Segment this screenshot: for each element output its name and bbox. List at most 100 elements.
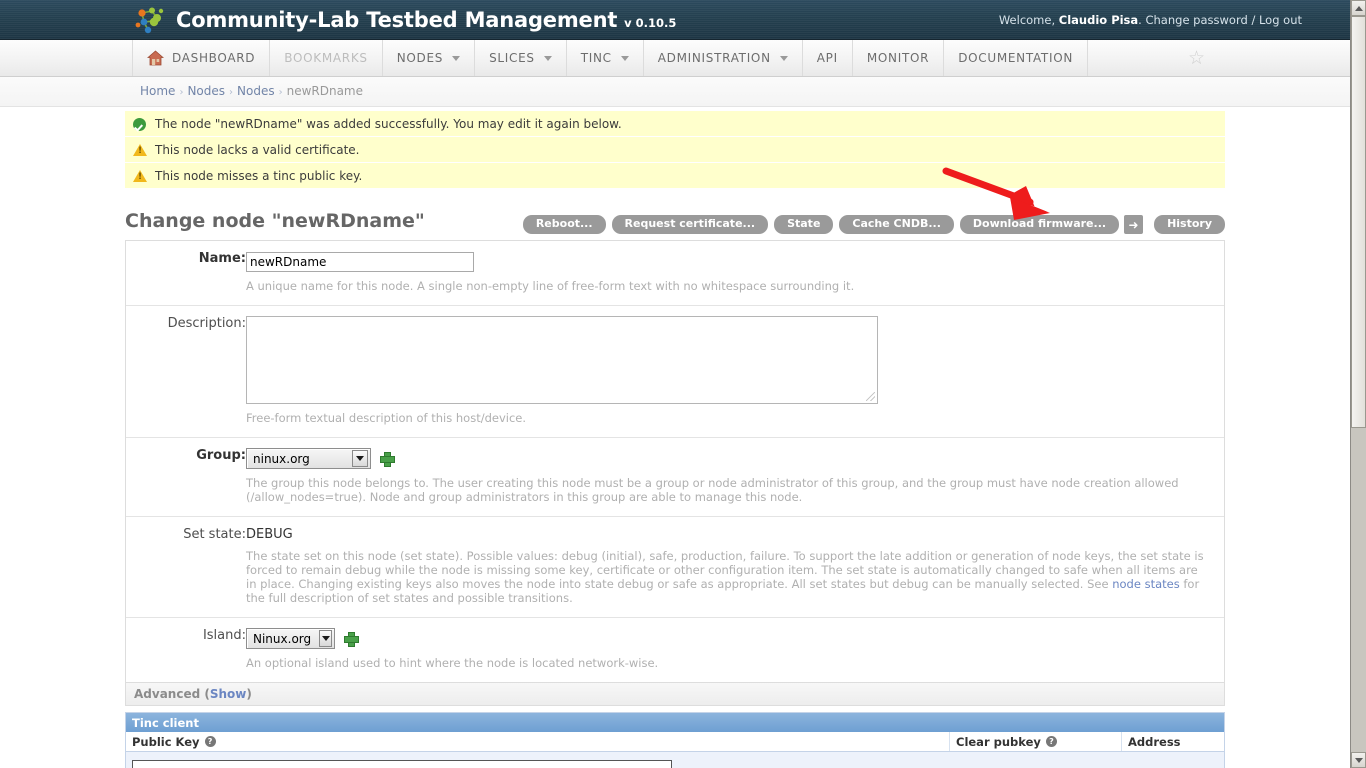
nav-item-administration[interactable]: ADMINISTRATION xyxy=(644,40,803,76)
breadcrumb-link-nodes[interactable]: Nodes xyxy=(187,84,225,98)
chevron-down-icon[interactable] xyxy=(452,56,460,61)
set-state-value: DEBUG xyxy=(246,527,1224,542)
nav-item-slices[interactable]: SLICES xyxy=(475,40,567,76)
tinc-public-key-input[interactable] xyxy=(132,760,672,768)
tinc-col-address: Address xyxy=(1122,732,1224,751)
link-separator: / xyxy=(1251,13,1255,27)
breadcrumb-bar: Home › Nodes › Nodes › newRDname xyxy=(0,77,1350,107)
message-success: The node "newRDname" was added successfu… xyxy=(125,111,1225,137)
request-certificate-button[interactable]: Request certificate... xyxy=(612,215,769,234)
name-label: Name: xyxy=(126,251,246,266)
breadcrumb-link-nodes[interactable]: Nodes xyxy=(237,84,275,98)
table-row: (None) xyxy=(126,752,1224,768)
star-outline-icon[interactable]: ☆ xyxy=(1188,48,1208,68)
advanced-label: Advanced ( xyxy=(134,687,210,701)
reboot-button[interactable]: Reboot... xyxy=(523,215,606,234)
group-select-value: ninux.org xyxy=(253,452,318,466)
tinc-col-clear-pubkey: Clear pubkey ? xyxy=(950,732,1122,751)
scroll-down-button[interactable] xyxy=(1351,752,1366,768)
chevron-down-icon[interactable] xyxy=(544,56,552,61)
nav-item-documentation[interactable]: DOCUMENTATION xyxy=(944,40,1088,76)
form-row-description: Description: Free-form textual descripti… xyxy=(126,306,1224,438)
nav-item-bookmarks[interactable]: BOOKMARKS xyxy=(270,40,382,76)
chevron-down-icon[interactable] xyxy=(319,630,332,647)
message-text: This node misses a tinc public key. xyxy=(155,169,362,183)
tinc-client-section: Tinc client Public Key ? Clear pubkey ? … xyxy=(125,712,1225,768)
nav-item-monitor[interactable]: MONITOR xyxy=(853,40,944,76)
group-label: Group: xyxy=(126,448,246,463)
scroll-up-button[interactable] xyxy=(1351,0,1366,16)
chevron-down-icon[interactable] xyxy=(621,56,629,61)
check-circle-icon xyxy=(133,117,151,131)
page-title: Change node "newRDname" xyxy=(125,210,425,232)
form-row-name: Name: A unique name for this node. A sin… xyxy=(126,241,1224,306)
nav-item-label: SLICES xyxy=(489,51,535,65)
island-select[interactable]: Ninux.org xyxy=(246,628,335,649)
description-textarea[interactable] xyxy=(246,316,878,404)
breadcrumb-separator: › xyxy=(279,87,283,98)
message-warning: This node misses a tinc public key. xyxy=(125,163,1225,189)
download-firmware-button[interactable]: Download firmware... xyxy=(960,215,1119,234)
group-help-text: The group this node belongs to. The user… xyxy=(246,476,1206,504)
add-island-icon[interactable] xyxy=(344,632,357,645)
island-select-value: Ninux.org xyxy=(253,632,319,646)
brand-version: v 0.10.5 xyxy=(624,16,676,30)
message-warning: This node lacks a valid certificate. xyxy=(125,137,1225,163)
brand: Community-Lab Testbed Management v 0.10.… xyxy=(132,0,676,40)
vertical-scrollbar[interactable] xyxy=(1350,0,1366,768)
tinc-col-public-key-label: Public Key xyxy=(132,735,200,749)
nav-item-dashboard[interactable]: DASHBOARD xyxy=(132,40,270,76)
nav-item-nodes[interactable]: NODES xyxy=(383,40,475,76)
scrollbar-thumb[interactable] xyxy=(1351,16,1366,428)
message-text: This node lacks a valid certificate. xyxy=(155,143,360,157)
breadcrumb-link-home[interactable]: Home xyxy=(140,84,175,98)
tinc-col-clear-pubkey-label: Clear pubkey xyxy=(956,735,1041,749)
nav-item-label: API xyxy=(817,51,838,65)
form-row-set-state: Set state: DEBUG The state set on this n… xyxy=(126,517,1224,618)
page-header-row: Change node "newRDname" Reboot... Request… xyxy=(125,210,1225,242)
nav-item-api[interactable]: API xyxy=(803,40,853,76)
history-button[interactable]: History xyxy=(1154,215,1225,234)
tinc-table-header: Public Key ? Clear pubkey ? Address xyxy=(126,732,1224,752)
advanced-show-link[interactable]: Show xyxy=(210,687,247,701)
name-input[interactable] xyxy=(246,252,474,272)
nav-item-tinc[interactable]: TINC xyxy=(567,40,644,76)
breadcrumb-current: newRDname xyxy=(287,84,363,98)
advanced-toggle-row[interactable]: Advanced (Show) xyxy=(125,683,1225,706)
firmware-go-arrow-icon[interactable]: ➜ xyxy=(1124,215,1143,234)
help-circle-icon[interactable]: ? xyxy=(205,736,216,747)
chevron-down-icon[interactable] xyxy=(780,56,788,61)
node-states-link[interactable]: node states xyxy=(1112,577,1179,591)
change-password-link[interactable]: Change password xyxy=(1145,13,1247,27)
help-circle-icon[interactable]: ? xyxy=(1046,736,1057,747)
browser-page: Community-Lab Testbed Management v 0.10.… xyxy=(0,0,1366,768)
warning-triangle-icon xyxy=(133,143,151,157)
nav-item-label: DOCUMENTATION xyxy=(958,51,1073,65)
name-help-text: A unique name for this node. A single no… xyxy=(246,279,1206,293)
nav-item-label: BOOKMARKS xyxy=(284,51,367,65)
user-name: Claudio Pisa xyxy=(1059,13,1138,27)
chevron-down-icon[interactable] xyxy=(352,450,368,467)
welcome-label: Welcome, xyxy=(999,13,1055,27)
node-edit-form: Name: A unique name for this node. A sin… xyxy=(125,240,1225,683)
cache-cndb-button[interactable]: Cache CNDB... xyxy=(839,215,953,234)
form-row-island: Island: Ninux.org An optional island use… xyxy=(126,618,1224,682)
nav-item-label: ADMINISTRATION xyxy=(658,51,771,65)
advanced-label-end: ) xyxy=(246,687,251,701)
network-nodes-logo-icon xyxy=(132,5,168,35)
logout-link[interactable]: Log out xyxy=(1259,13,1302,27)
state-button[interactable]: State xyxy=(774,215,833,234)
warning-triangle-icon xyxy=(133,169,151,183)
home-icon xyxy=(147,50,164,66)
site-header: Community-Lab Testbed Management v 0.10.… xyxy=(0,0,1350,40)
breadcrumb-separator: › xyxy=(179,87,183,98)
message-list: The node "newRDname" was added successfu… xyxy=(125,111,1225,189)
add-group-icon[interactable] xyxy=(380,452,393,465)
user-session-info: Welcome, Claudio Pisa. Change password /… xyxy=(999,13,1302,27)
breadcrumb-separator: › xyxy=(229,87,233,98)
set-state-help-before: The state set on this node (set state). … xyxy=(246,549,1204,591)
group-select[interactable]: ninux.org xyxy=(246,448,371,469)
brand-title: Community-Lab Testbed Management xyxy=(176,8,617,32)
nav-item-label: DASHBOARD xyxy=(172,51,255,65)
island-label: Island: xyxy=(126,628,246,643)
